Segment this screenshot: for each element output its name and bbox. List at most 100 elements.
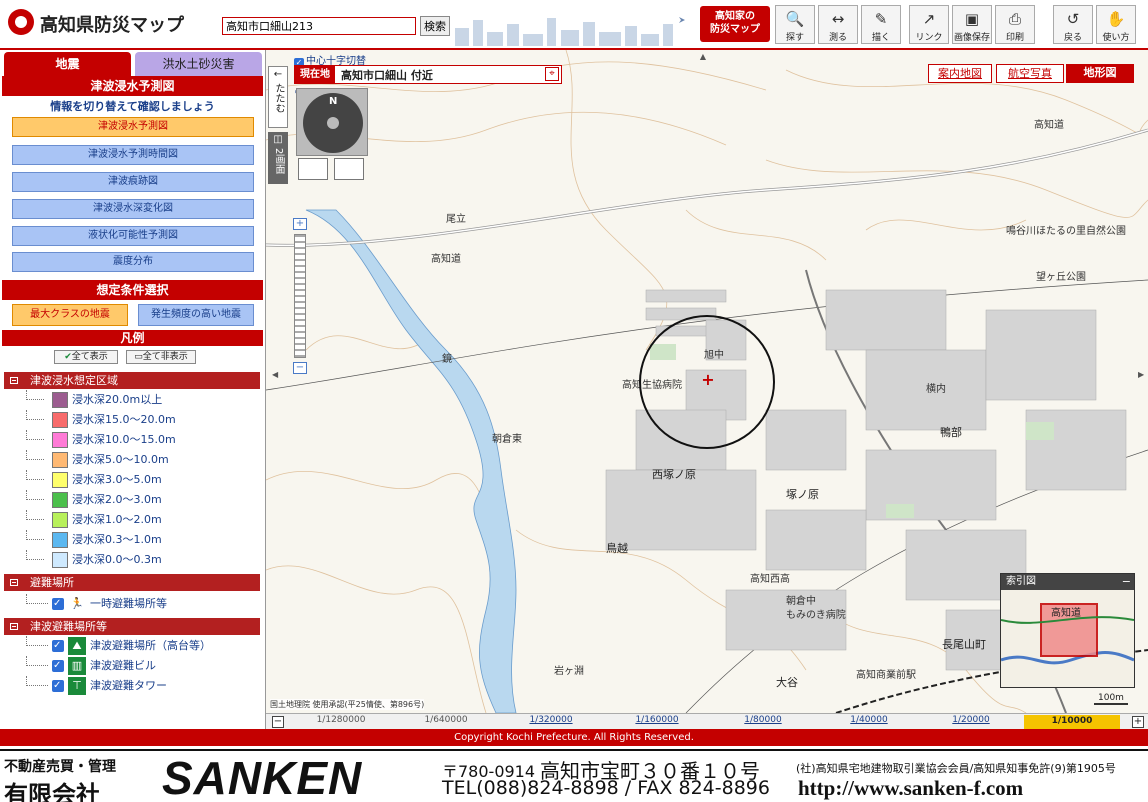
legend-label: 浸水深20.0m以上 [72,393,163,406]
pan-right-arrow-icon[interactable]: ▶ [1138,370,1144,379]
map-button-seismic-intensity[interactable]: 震度分布 [12,252,254,272]
show-all-button[interactable]: ✔全て表示 [54,350,118,364]
tool-label: 測る [828,33,847,43]
tool-label: 印刷 [1005,33,1024,43]
tree-line [26,550,44,560]
collapse-sidebar-button[interactable]: ← たたむ [268,66,288,128]
zoom-out-icon[interactable]: − [293,362,307,374]
map-label: 大谷 [776,676,798,689]
map-label: 鴨部 [940,426,962,439]
condition-frequent-earthquake[interactable]: 発生頻度の高い地震 [138,304,254,326]
map-label: 鳴谷川ほたるの里自然公園 [1006,226,1126,237]
kochi-home-disaster-map-button[interactable]: 高知家の 防災マップ [700,6,770,42]
item-label: 津波避難場所（高台等） [90,639,211,652]
pan-left-arrow-icon[interactable]: ◀ [272,370,278,379]
arrow-left-icon: ← [273,69,283,80]
map-label: 高知道 [431,254,461,265]
legend-category-evacuation[interactable]: 避難場所 [4,574,260,591]
legend-category-tsunami-evacuation[interactable]: 津波避難場所等 [4,618,260,635]
scale-bar: 100m [1094,693,1128,705]
scale-option[interactable]: 1/80000 [728,715,798,725]
basemap-tab-terrain[interactable]: 地形図 [1066,64,1134,83]
advertisement-banner[interactable]: 不動産売買・管理 有限会社 SANKEN 〒780-0914 高知市宝町３０番１… [0,749,1148,802]
pan-control[interactable]: N [296,88,368,156]
banner-company-type: 有限会社 [4,781,100,802]
map-button-tsunami-trace[interactable]: 津波痕跡図 [12,172,254,192]
draw-tool-button[interactable]: ✎ 描く [861,5,901,44]
scale-option[interactable]: 1/320000 [516,715,586,725]
measure-tool-button[interactable]: ↔ 測る [818,5,858,44]
tree-line [26,390,44,400]
tree-line [26,450,44,460]
tsunami-evac-tower-icon: ⊤ [68,677,86,695]
zoom-in-scale-icon[interactable]: + [1132,716,1144,728]
condition-max-earthquake[interactable]: 最大クラスの地震 [12,304,128,326]
zoom-track[interactable] [294,234,306,358]
checkbox[interactable] [52,677,64,695]
pan-up-arrow-icon[interactable]: ▲ [696,52,710,61]
split-screen-icon: ◫ [273,134,283,145]
scale-option[interactable]: 1/160000 [622,715,692,725]
legend-swatch [52,552,68,568]
item-label: 津波避難ビル [90,659,156,672]
hide-all-button[interactable]: ▭全て非表示 [126,350,196,364]
collapse-label: たたむ [273,83,284,113]
current-location-bar: 現在地 高知市口細山 付近 ⌖ [294,65,562,84]
scale-option[interactable]: 1/20000 [936,715,1006,725]
print-tool-button[interactable]: ⎙ 印刷 [995,5,1035,44]
map-button-liquefaction[interactable]: 液状化可能性予測図 [12,226,254,246]
help-icon: ✋ [1106,10,1126,28]
legend-category-tsunami-area[interactable]: 津波浸水想定区域 [4,372,260,389]
tree-line [26,636,48,646]
split-screen-button[interactable]: ◫ 2画面 [268,132,288,184]
copyright-bar: Copyright Kochi Prefecture. All Rights R… [0,729,1148,746]
tab-earthquake[interactable]: 地震 [4,52,131,76]
legend-label: 浸水深0.3～1.0m [72,533,162,546]
minimize-icon[interactable]: − [1122,574,1131,590]
search-input[interactable] [222,17,416,35]
checkbox[interactable] [52,637,64,655]
tool-label: 探す [785,33,804,43]
pan-center-icon[interactable] [327,117,339,129]
zoom-out-scale-icon[interactable]: − [272,716,284,728]
zoom-in-icon[interactable]: + [293,218,307,230]
scale-option-current[interactable]: 1/10000 [1024,715,1120,729]
map-label: 尾立 [446,214,466,225]
location-text: 高知市口細山 付近 [341,69,433,82]
banner-url[interactable]: http://www.sanken-f.com [798,776,1023,801]
measure-icon: ↔ [831,10,845,28]
zoom-box-in-icon[interactable] [298,158,328,180]
search-button[interactable]: 検索 [420,16,450,36]
tool-label: リンク [915,33,943,43]
checkbox[interactable] [52,657,64,675]
tsunami-evac-site-icon: ⛰ [68,637,86,655]
map-button-depth-change[interactable]: 津波浸水深変化図 [12,199,254,219]
legend-label: 浸水深15.0～20.0m [72,413,176,426]
zoom-box-out-icon[interactable] [334,158,364,180]
overview-map[interactable]: 索引図 − 高知道 [1000,573,1135,688]
tab-flood-landslide[interactable]: 洪水土砂災害 [135,52,262,76]
legend-label: 浸水深1.0～2.0m [72,513,162,526]
basemap-tab-aerial[interactable]: 航空写真 [996,64,1064,83]
map-label: 塚ノ原 [786,488,819,501]
checkbox[interactable] [52,595,64,613]
zoom-slider[interactable]: + − [293,218,309,376]
map-button-tsunami-time[interactable]: 津波浸水予測時間図 [12,145,254,165]
map-button-tsunami-inundation[interactable]: 津波浸水予測図 [12,117,254,137]
link-tool-button[interactable]: ↗ リンク [909,5,949,44]
back-tool-button[interactable]: ↺ 戻る [1053,5,1093,44]
locate-crosshair-icon[interactable]: ⌖ [545,67,559,81]
center-crosshair-icon: + [701,370,715,389]
banner-association: (社)高知県宅地建物取引業協会会員/高知県知事免許(9)第1905号 [796,762,1116,775]
legend-swatch [52,512,68,528]
section-legend-title: 凡例 [2,330,263,346]
legend-label: 浸水深2.0～3.0m [72,493,162,506]
banner-brand: SANKEN [162,752,363,802]
save-image-tool-button[interactable]: ▣ 画像保存 [952,5,992,44]
app-header: 高知県防災マップ 検索 高知家の 防災マップ 🔍探す ↔測る ✎描く ↗リンク … [0,0,1148,50]
basemap-tab-guide[interactable]: 案内地図 [928,64,992,83]
search-tool-button[interactable]: 🔍 探す [775,5,815,44]
scale-option[interactable]: 1/40000 [834,715,904,725]
city-skyline-illustration [455,17,685,46]
help-tool-button[interactable]: ✋ 使い方 [1096,5,1136,44]
